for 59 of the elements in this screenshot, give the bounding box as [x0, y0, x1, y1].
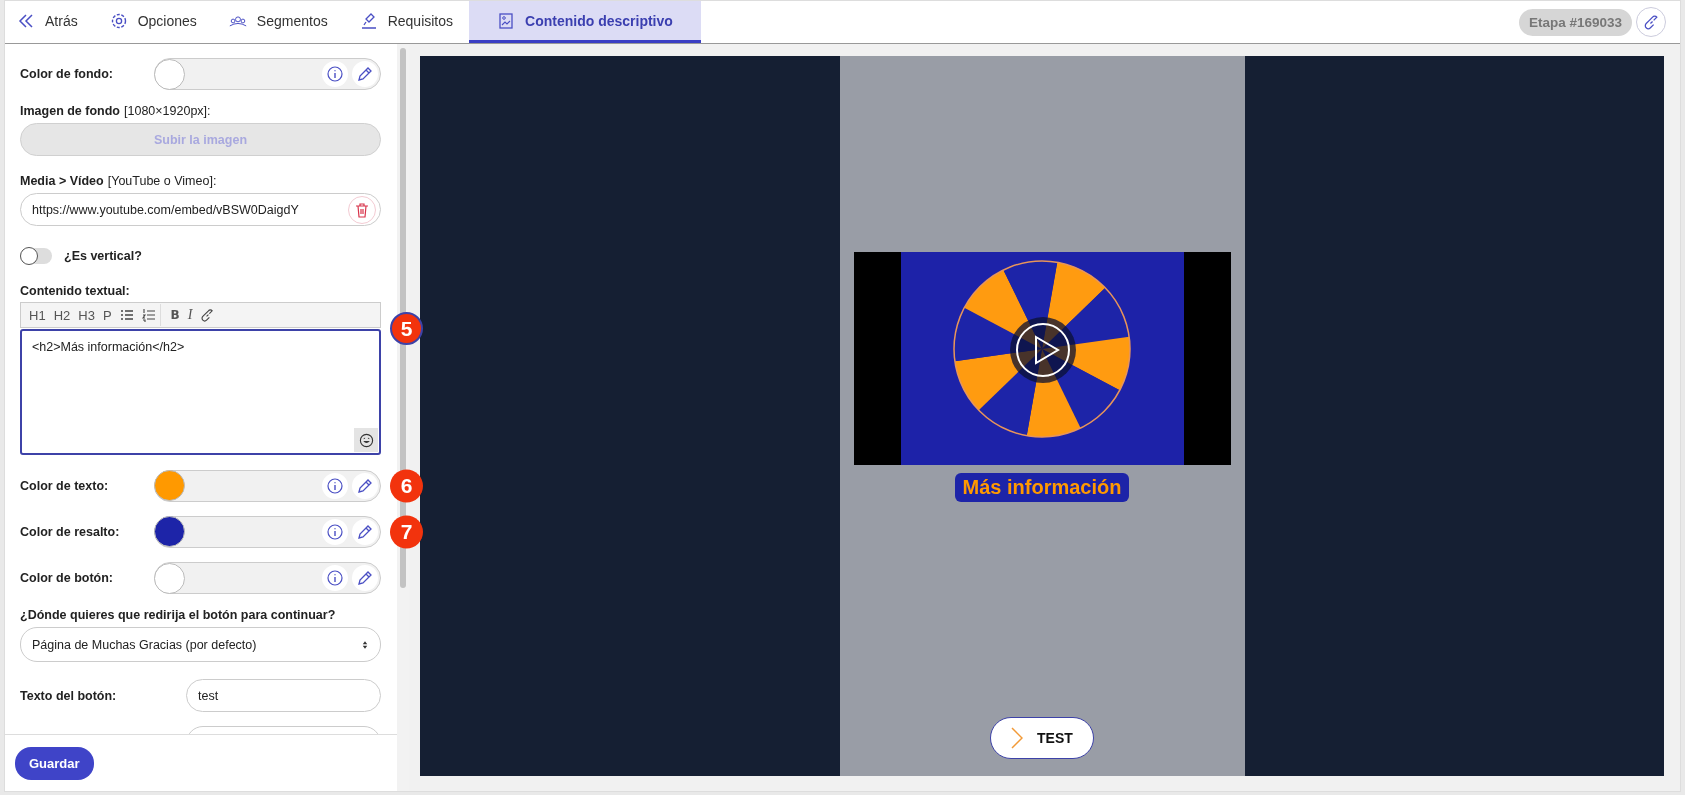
sort-caret-icon: [362, 639, 368, 650]
double-chevron-icon: [17, 11, 35, 30]
field-label: Texto del botón:: [20, 688, 118, 703]
info-button[interactable]: [322, 518, 348, 545]
url-field[interactable]: https://www.youtube.com/embed/vBSW0DaigdY: [20, 193, 381, 227]
info-button[interactable]: [322, 472, 348, 499]
emoji-button[interactable]: [354, 428, 378, 453]
italic-button[interactable]: I: [183, 307, 197, 324]
save-button[interactable]: Guardar: [15, 746, 94, 780]
info-icon: [327, 570, 343, 587]
stamp-icon: [359, 11, 378, 30]
field-label: Contenido textual:: [20, 284, 131, 299]
color-picker[interactable]: [154, 469, 381, 502]
bold-button[interactable]: B: [166, 308, 184, 323]
color-picker[interactable]: [154, 58, 381, 91]
link-icon: [1642, 13, 1660, 31]
redirect-dropdown[interactable]: Página de Muchas Gracias (por defecto): [20, 627, 381, 663]
pencil-icon: [356, 65, 374, 84]
heading-button[interactable]: H2: [49, 307, 75, 323]
info-icon: [327, 523, 343, 540]
chevron-icon: [1011, 727, 1023, 749]
text-editor[interactable]: <h2>Más información</h2>: [20, 329, 381, 456]
continue-button[interactable]: TEST: [990, 717, 1094, 759]
pencil-button[interactable]: [352, 61, 378, 88]
color-picker[interactable]: [154, 515, 381, 548]
nav-tab[interactable]: Opciones: [93, 1, 213, 43]
pencil-button[interactable]: [352, 565, 378, 592]
heading-button[interactable]: H1: [25, 307, 50, 323]
color-picker[interactable]: [154, 562, 381, 595]
info-button[interactable]: [322, 565, 348, 592]
info-button[interactable]: [322, 61, 348, 88]
image-icon: [497, 11, 516, 30]
text-field[interactable]: test: [186, 679, 381, 713]
nav-tab[interactable]: Contenido descriptivo: [469, 1, 701, 43]
field-label: Media > Vídeo [YouTube o Vimeo]:: [20, 174, 218, 189]
pencil-button[interactable]: [352, 518, 378, 545]
trash-icon: [354, 201, 370, 218]
info-icon: [327, 477, 343, 494]
play-button[interactable]: [1008, 316, 1077, 384]
heading-button[interactable]: P: [98, 307, 116, 323]
pencil-button[interactable]: [352, 472, 378, 499]
gear-icon: [109, 11, 128, 30]
field-label: Imagen de fondo [1080×1920px]:: [20, 104, 212, 119]
field-label: Color de texto:: [20, 478, 110, 493]
nav-tab[interactable]: Segmentos: [212, 1, 344, 43]
field-label: Color de botón:: [20, 571, 115, 586]
toggle-switch[interactable]: [20, 248, 52, 265]
field-label: ¿Dónde quieres que redirija el botón para continuar?: [20, 608, 337, 623]
preview-heading: Más información: [954, 473, 1130, 502]
toggle-label: ¿Es vertical?: [64, 249, 142, 264]
editor-text: <h2>Más información</h2>: [32, 340, 185, 355]
nav-tab[interactable]: Requisitos: [343, 1, 470, 43]
heading-button[interactable]: H3: [74, 307, 99, 323]
field-label: Color de resalto:: [20, 524, 121, 539]
pencil-icon: [356, 569, 374, 588]
stage-badge: Etapa #169033: [1518, 8, 1632, 36]
nav-tab[interactable]: Atrás: [5, 1, 94, 43]
info-icon: [327, 66, 343, 83]
field-label: Color de fondo:: [20, 67, 115, 82]
